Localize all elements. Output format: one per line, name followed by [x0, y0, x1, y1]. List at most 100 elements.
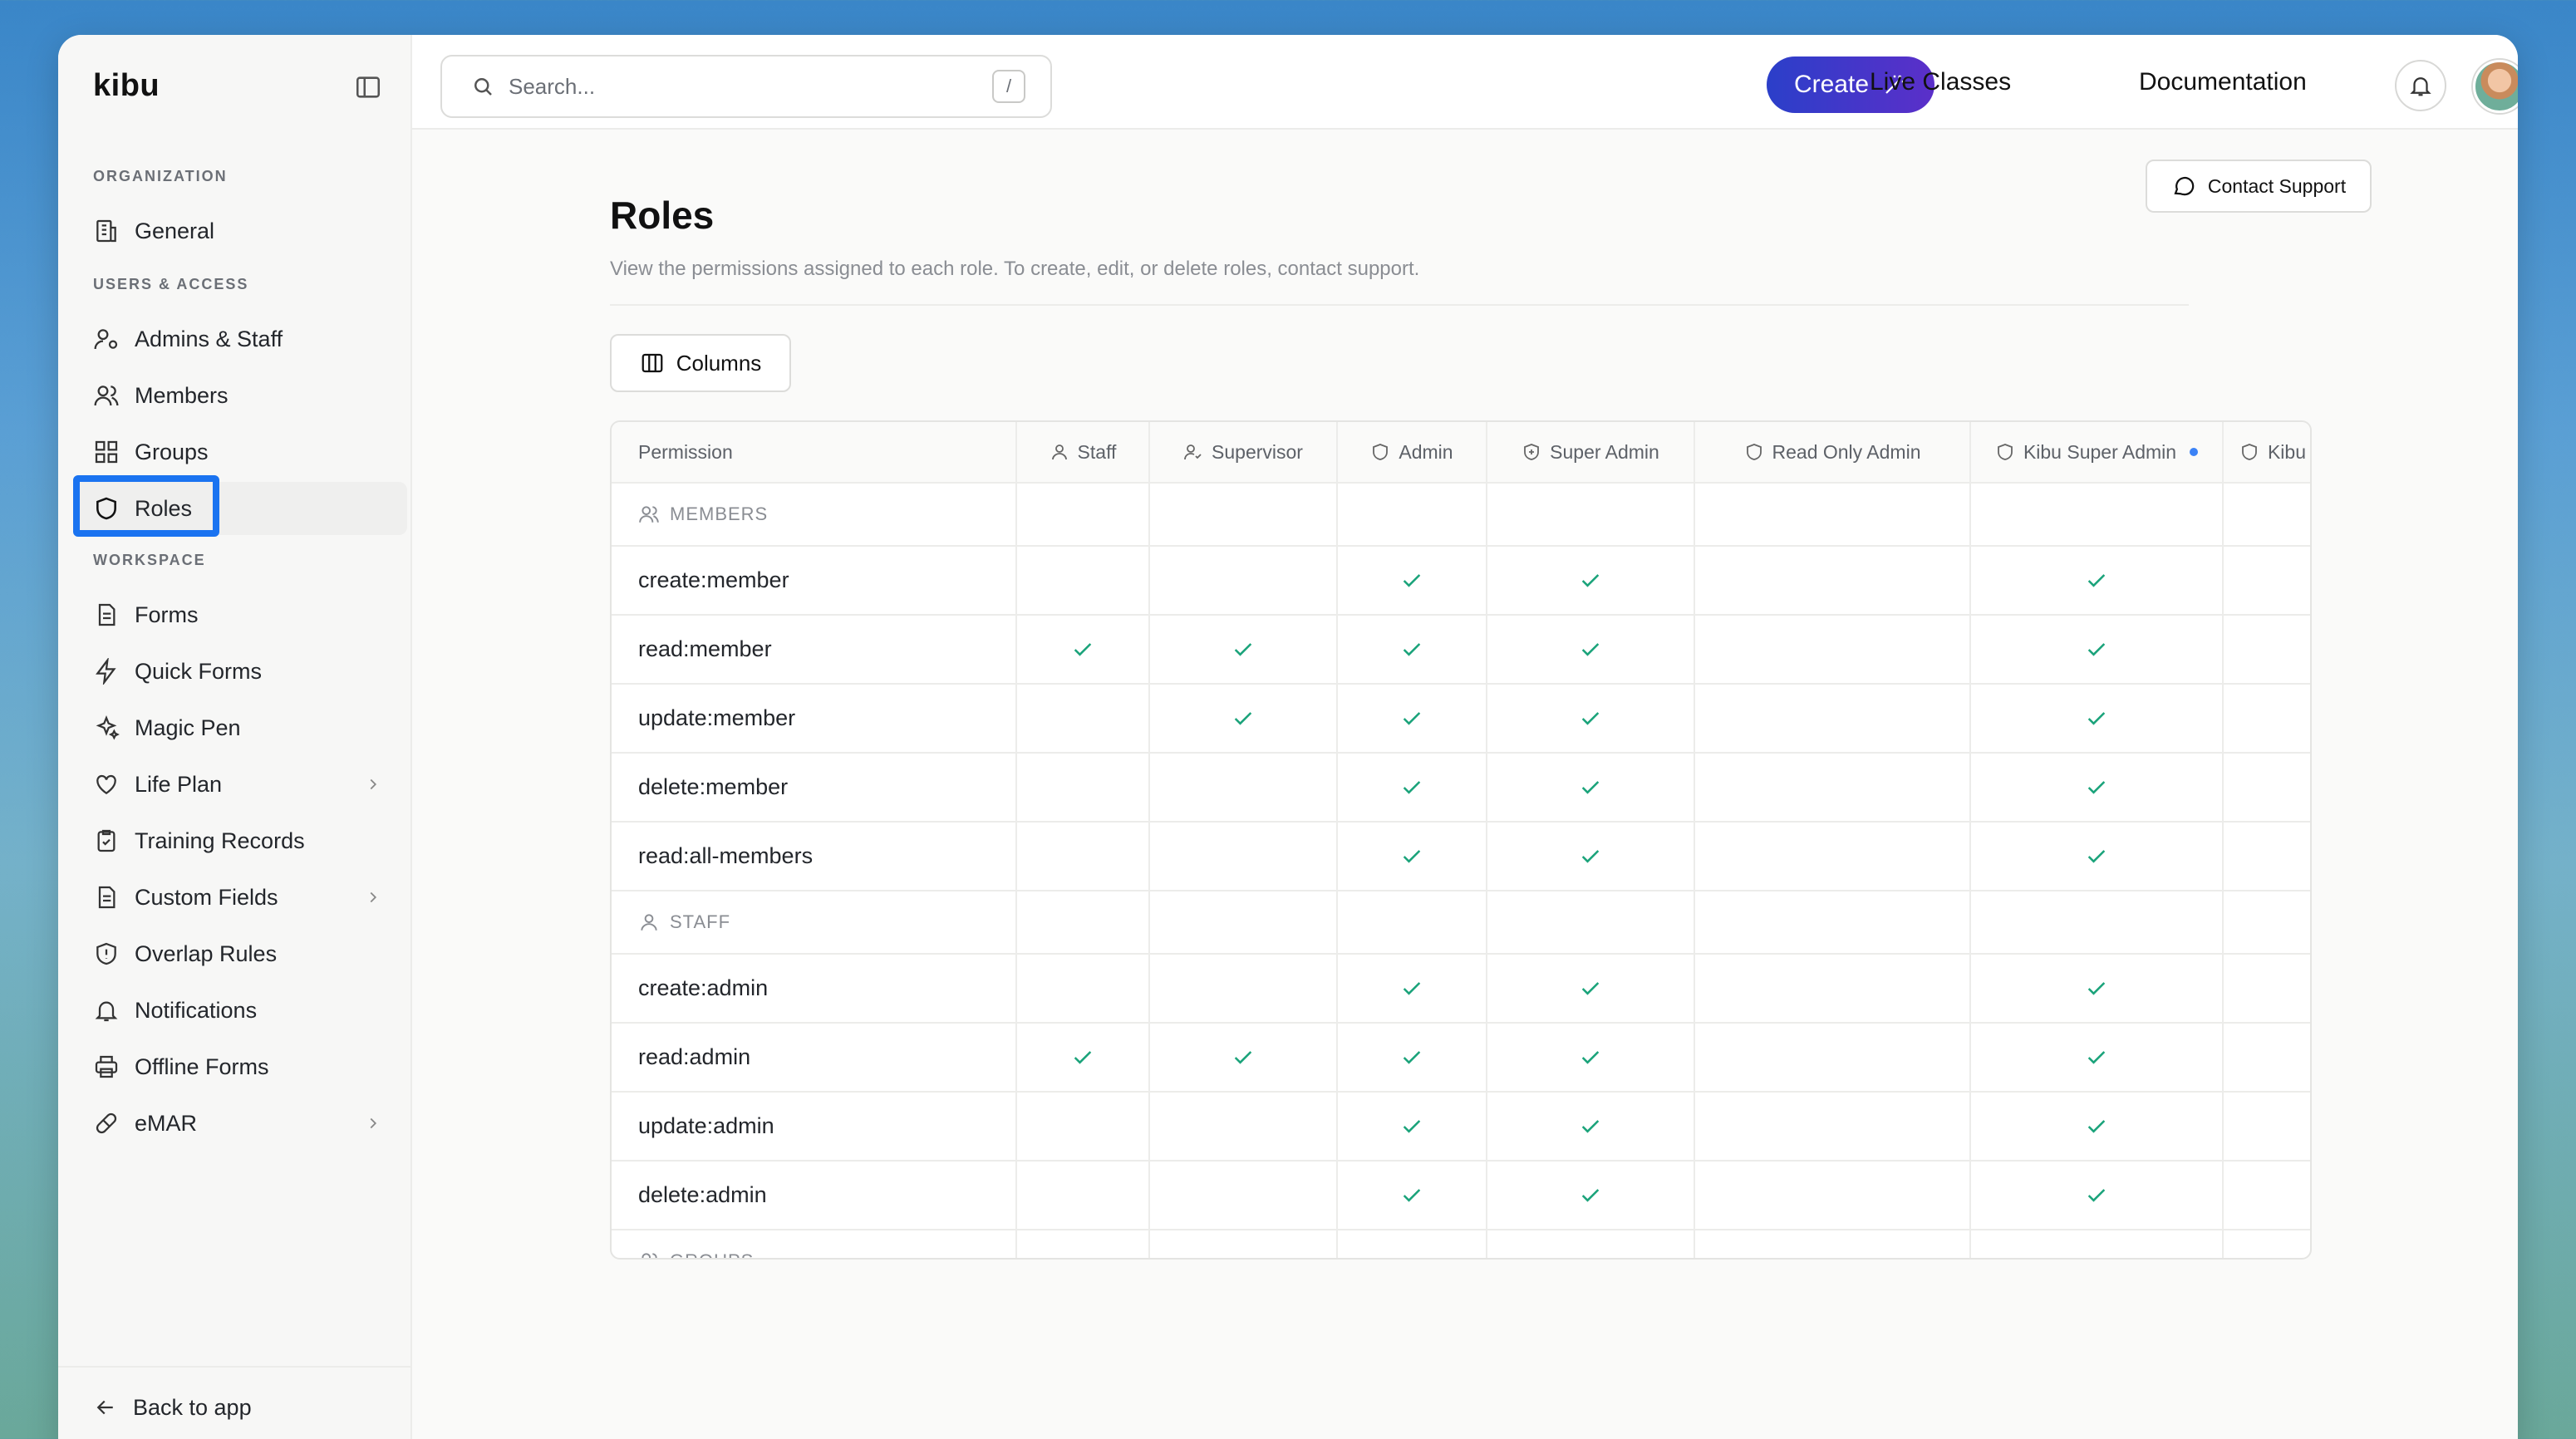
- role-grant-cell: [1017, 1162, 1150, 1229]
- grant-check: [1487, 638, 1694, 661]
- role-grant-cell: [1017, 823, 1150, 890]
- shield-icon: [2242, 444, 2257, 460]
- role-grant-cell: [1017, 685, 1150, 752]
- sidebar-item-groups[interactable]: Groups: [75, 425, 407, 479]
- chevron-right-icon: [370, 891, 377, 903]
- heart-icon: [96, 774, 116, 795]
- sidebar-item-life-plan[interactable]: Life Plan: [75, 758, 407, 811]
- check-icon: [2087, 981, 2106, 995]
- sidebar-item-magic-pen[interactable]: Magic Pen: [75, 701, 407, 754]
- column-header-role[interactable]: Super Admin: [1487, 422, 1695, 482]
- column-header-label: Super Admin: [1550, 440, 1659, 463]
- table-cell: [1695, 1230, 1971, 1258]
- sidebar-item-label: eMAR: [135, 1110, 198, 1136]
- role-grant-cell: [1487, 1162, 1695, 1229]
- role-grant-cell: [1487, 547, 1695, 614]
- live-classes-link[interactable]: Live Classes: [1870, 68, 2011, 96]
- column-header-label: Kibu Super Admin: [2023, 440, 2177, 463]
- sidebar-item-label: Members: [135, 382, 229, 408]
- column-header-role[interactable]: Supervisor: [1150, 422, 1338, 482]
- sidebar-item-overlap-rules[interactable]: Overlap Rules: [75, 927, 407, 980]
- shield-icon: [96, 497, 116, 520]
- check-icon: [2087, 780, 2106, 794]
- grant-check: [1338, 569, 1486, 592]
- table-group-row: GROUPS: [612, 1230, 2310, 1258]
- user-avatar[interactable]: [2473, 60, 2518, 113]
- column-header-permission: Permission: [612, 422, 1017, 482]
- column-header-role[interactable]: Staff: [1017, 422, 1150, 482]
- roles-permission-table: Permission Staff Supervisor Admin Super Admi…: [610, 420, 2312, 1260]
- grant-check: [1971, 638, 2222, 661]
- grant-check: [1487, 707, 1694, 730]
- role-grant-cell: [1487, 754, 1695, 821]
- sidebar-item-notifications[interactable]: Notifications: [75, 984, 407, 1037]
- sidebar-item-members[interactable]: Members: [75, 369, 407, 422]
- permission-label: read:member: [638, 636, 772, 661]
- notifications-button[interactable]: [2395, 60, 2446, 111]
- check-icon: [2087, 1188, 2106, 1202]
- column-header-role[interactable]: Kibu: [2224, 422, 2310, 482]
- column-header-role[interactable]: Kibu Super Admin: [1971, 422, 2224, 482]
- role-grant-cell: [1971, 616, 2224, 683]
- page-description: View the permissions assigned to each ro…: [610, 258, 1420, 280]
- contact-support-button[interactable]: Contact Support: [2146, 160, 2372, 213]
- group-label: MEMBERS: [670, 503, 769, 524]
- role-grant-cell: [1150, 754, 1338, 821]
- role-grant-cell: [1971, 823, 2224, 890]
- column-header-label: Staff: [1077, 440, 1117, 463]
- table-cell: [2224, 891, 2310, 953]
- sidebar-item-forms[interactable]: Forms: [75, 588, 407, 641]
- role-grant-cell: [1695, 547, 1971, 614]
- back-to-app-link[interactable]: Back to app: [58, 1366, 410, 1439]
- sidebar-item-emar[interactable]: eMAR: [75, 1097, 407, 1150]
- sidebar-item-label: Offline Forms: [135, 1053, 269, 1079]
- grant-check: [1487, 1046, 1694, 1069]
- role-grant-cell: [1487, 1024, 1695, 1091]
- role-grant-cell: [1150, 1093, 1338, 1160]
- chat-bubble-icon: [2174, 177, 2195, 196]
- role-grant-cell: [1971, 547, 2224, 614]
- permission-cell: update:member: [612, 685, 1017, 752]
- sidebar-item-custom-fields[interactable]: Custom Fields: [75, 871, 407, 924]
- chevron-right-icon: [370, 778, 377, 790]
- sidebar-item-general[interactable]: General: [75, 204, 407, 258]
- permission-cell: read:all-members: [612, 823, 1017, 890]
- permission-cell: read:admin: [612, 1024, 1017, 1091]
- sidebar-item-roles[interactable]: Roles: [75, 482, 407, 535]
- column-header-label: Admin: [1399, 440, 1453, 463]
- role-grant-cell: [1017, 955, 1150, 1022]
- role-grant-cell: [1695, 616, 1971, 683]
- column-header-label: Permission: [638, 440, 733, 463]
- column-header-role[interactable]: Admin: [1338, 422, 1487, 482]
- sidebar-item-admins-staff[interactable]: Admins & Staff: [75, 312, 407, 366]
- check-icon: [2087, 1119, 2106, 1133]
- check-icon: [2087, 711, 2106, 725]
- user-icon: [641, 914, 657, 931]
- check-icon: [2087, 573, 2106, 587]
- back-to-app-label: Back to app: [133, 1394, 252, 1420]
- documentation-link[interactable]: Documentation: [2139, 68, 2307, 96]
- role-grant-cell: [2224, 1024, 2310, 1091]
- permission-cell: read:member: [612, 616, 1017, 683]
- search-icon: [474, 78, 492, 96]
- sidebar-item-quick-forms[interactable]: Quick Forms: [75, 645, 407, 698]
- check-icon: [1581, 1188, 1600, 1202]
- grant-check: [1487, 776, 1694, 799]
- sidebar-item-training-records[interactable]: Training Records: [75, 814, 407, 867]
- role-grant-cell: [1017, 754, 1150, 821]
- pill-icon: [96, 1112, 117, 1134]
- columns-label: Columns: [676, 350, 762, 376]
- check-icon: [1581, 780, 1600, 794]
- sidebar-item-offline-forms[interactable]: Offline Forms: [75, 1040, 407, 1093]
- column-header-role[interactable]: Read Only Admin: [1695, 422, 1971, 482]
- search-input[interactable]: Search... /: [440, 55, 1052, 118]
- grant-check: [1338, 1046, 1486, 1069]
- sidebar-toggle-icon[interactable]: [354, 73, 382, 101]
- table-cell: [1017, 1230, 1150, 1258]
- document-icon: [98, 603, 116, 626]
- columns-button[interactable]: Columns: [610, 334, 791, 392]
- role-grant-cell: [1971, 754, 2224, 821]
- table-cell: [1150, 1230, 1338, 1258]
- table-cell: [1487, 484, 1695, 545]
- table-cell: [1017, 484, 1150, 545]
